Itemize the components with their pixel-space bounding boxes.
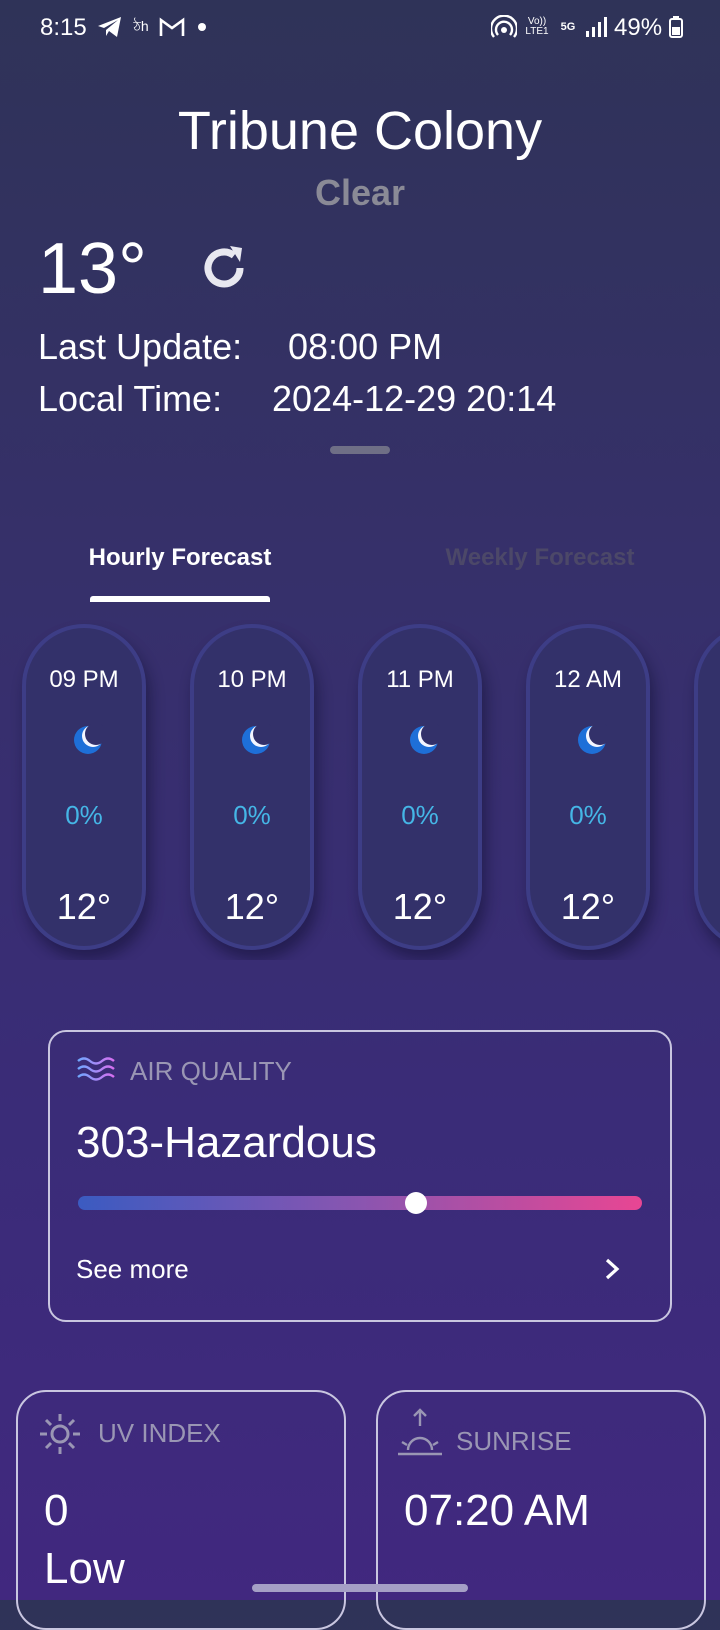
refresh-icon — [204, 246, 244, 288]
drag-handle[interactable] — [330, 446, 390, 454]
hourly-card[interactable]: 09 PM 0% 12° — [22, 624, 146, 950]
hour-temperature: 12° — [392, 886, 448, 927]
hour-precipitation: 0% — [401, 800, 439, 830]
hour-time: 09 PM — [49, 666, 119, 693]
hour-temperature: 12° — [560, 886, 616, 927]
dot-icon — [196, 12, 208, 42]
see-more-link[interactable]: See more — [76, 1254, 189, 1285]
local-time-label: Local Time: — [38, 378, 223, 419]
signal-icon — [584, 12, 608, 42]
sunrise-icon — [398, 1408, 442, 1456]
uv-index-card[interactable]: UV INDEX 0 Low — [16, 1390, 346, 1630]
moon-icon — [578, 724, 608, 754]
air-quality-value: 303-Hazardous — [76, 1118, 377, 1167]
tab-hourly-forecast[interactable]: Hourly Forecast — [60, 544, 300, 572]
weather-condition: Clear — [314, 172, 406, 213]
status-time: 8:15 — [40, 14, 87, 41]
active-tab-indicator — [90, 596, 270, 602]
location-title: Tribune Colony — [177, 101, 543, 161]
hour-precipitation: 0% — [569, 800, 607, 830]
moon-icon — [410, 724, 440, 754]
refresh-button[interactable] — [196, 240, 252, 296]
battery-icon — [668, 12, 684, 42]
hour-temperature: 12° — [224, 886, 280, 927]
air-quality-bar — [78, 1192, 642, 1214]
telegram-icon — [96, 12, 124, 42]
chevron-right-icon[interactable] — [600, 1254, 624, 1284]
current-temperature: 13° — [38, 229, 147, 309]
air-quality-card[interactable]: AIR QUALITY 303-Hazardous See more — [48, 1030, 672, 1322]
hourly-card[interactable]: 12 AM 0% 12° — [526, 624, 650, 950]
5g-icon: 5G — [560, 21, 576, 33]
hour-time: 12 AM — [553, 666, 623, 693]
hourly-card[interactable]: 10 PM 0% 12° — [190, 624, 314, 950]
hourly-forecast-list[interactable]: 09 PM 0% 12° 10 PM 0% 12° 11 PM 0% 12° 1… — [0, 620, 720, 960]
sunrise-time: 07:20 AM — [404, 1486, 590, 1535]
local-time-value: 2024-12-29 20:14 — [272, 378, 557, 419]
status-bar: 8:15 ঠh Vo)) LTE1 5G 49% — [0, 0, 720, 56]
hour-temperature: 12° — [56, 886, 112, 927]
app-icon: ঠh — [133, 18, 149, 34]
air-quality-title: AIR QUALITY — [130, 1056, 292, 1086]
hour-time: 10 PM — [217, 666, 287, 693]
uv-index-title: UV INDEX — [98, 1418, 221, 1448]
hourly-card-partial[interactable] — [694, 624, 720, 950]
hour-precipitation: 0% — [233, 800, 271, 830]
sun-icon — [40, 1414, 80, 1454]
air-waves-icon — [77, 1057, 115, 1081]
gmail-icon — [158, 12, 186, 42]
sunrise-title: SUNRISE — [456, 1426, 572, 1456]
hour-time: 11 PM — [386, 666, 454, 693]
air-quality-indicator — [405, 1192, 428, 1214]
moon-icon — [74, 724, 104, 754]
hour-precipitation: 0% — [65, 800, 103, 830]
sunrise-card[interactable]: SUNRISE 07:20 AM — [376, 1390, 706, 1630]
uv-index-value: 0 — [44, 1486, 69, 1535]
battery-percent: 49% — [614, 14, 663, 41]
gesture-nav-bar[interactable] — [252, 1584, 468, 1592]
tab-weekly-forecast[interactable]: Weekly Forecast — [420, 544, 660, 572]
uv-index-level: Low — [44, 1544, 125, 1593]
hotspot-icon — [490, 12, 518, 42]
volte-icon: Vo)) LTE1 — [525, 16, 549, 37]
last-update-value: 08:00 PM — [288, 326, 443, 367]
hourly-card[interactable]: 11 PM 0% 12° — [358, 624, 482, 950]
moon-icon — [242, 724, 272, 754]
last-update-label: Last Update: — [38, 326, 243, 367]
